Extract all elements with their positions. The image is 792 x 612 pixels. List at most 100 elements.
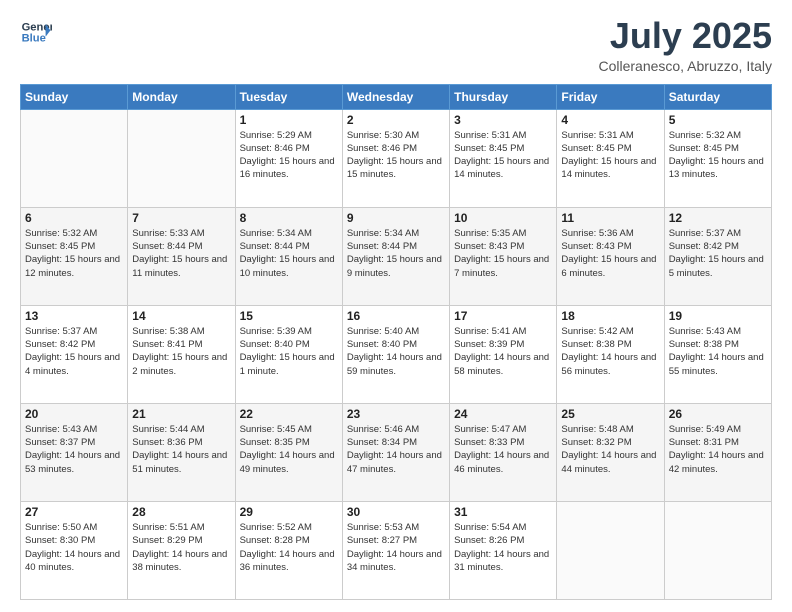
calendar-cell: 14Sunrise: 5:38 AMSunset: 8:41 PMDayligh…	[128, 305, 235, 403]
week-row-2: 6 Sunrise: 5:32 AMSunset: 8:45 PMDaylight…	[21, 207, 772, 305]
day-info: Sunrise: 5:37 AMSunset: 8:42 PMDaylight:…	[669, 227, 767, 280]
calendar-cell: 18 Sunrise: 5:42 AMSunset: 8:38 PMDayligh…	[557, 305, 664, 403]
calendar-cell: 22 Sunrise: 5:45 AMSunset: 8:35 PMDayligh…	[235, 403, 342, 501]
day-info: Sunrise: 5:39 AMSunset: 8:40 PMDaylight:…	[240, 325, 338, 378]
calendar-cell: 30 Sunrise: 5:53 AMSunset: 8:27 PMDayligh…	[342, 501, 449, 599]
day-info: Sunrise: 5:49 AMSunset: 8:31 PMDaylight:…	[669, 423, 767, 476]
calendar-cell: 31 Sunrise: 5:54 AMSunset: 8:26 PMDayligh…	[450, 501, 557, 599]
title-block: July 2025 Colleranesco, Abruzzo, Italy	[598, 16, 772, 74]
header: General Blue July 2025 Colleranesco, Abr…	[20, 16, 772, 74]
day-info: Sunrise: 5:47 AMSunset: 8:33 PMDaylight:…	[454, 423, 552, 476]
weekday-saturday: Saturday	[664, 84, 771, 109]
calendar-cell	[128, 109, 235, 207]
day-number: 5	[669, 113, 767, 127]
day-info: Sunrise: 5:29 AMSunset: 8:46 PMDaylight:…	[240, 129, 338, 182]
day-info: Sunrise: 5:31 AMSunset: 8:45 PMDaylight:…	[561, 129, 659, 182]
day-info: Sunrise: 5:34 AMSunset: 8:44 PMDaylight:…	[347, 227, 445, 280]
day-number: 25	[561, 407, 659, 421]
day-number: 3	[454, 113, 552, 127]
weekday-sunday: Sunday	[21, 84, 128, 109]
month-year: July 2025	[598, 16, 772, 56]
calendar-cell: 25 Sunrise: 5:48 AMSunset: 8:32 PMDayligh…	[557, 403, 664, 501]
day-info: Sunrise: 5:46 AMSunset: 8:34 PMDaylight:…	[347, 423, 445, 476]
day-number: 20	[25, 407, 123, 421]
day-info: Sunrise: 5:32 AMSunset: 8:45 PMDaylight:…	[25, 227, 123, 280]
day-number: 23	[347, 407, 445, 421]
week-row-4: 20 Sunrise: 5:43 AMSunset: 8:37 PMDayligh…	[21, 403, 772, 501]
day-info: Sunrise: 5:33 AMSunset: 8:44 PMDaylight:…	[132, 227, 230, 280]
day-info: Sunrise: 5:54 AMSunset: 8:26 PMDaylight:…	[454, 521, 552, 574]
day-info: Sunrise: 5:53 AMSunset: 8:27 PMDaylight:…	[347, 521, 445, 574]
day-info: Sunrise: 5:34 AMSunset: 8:44 PMDaylight:…	[240, 227, 338, 280]
calendar-cell: 29Sunrise: 5:52 AMSunset: 8:28 PMDayligh…	[235, 501, 342, 599]
day-number: 29	[240, 505, 338, 519]
weekday-monday: Monday	[128, 84, 235, 109]
day-info: Sunrise: 5:40 AMSunset: 8:40 PMDaylight:…	[347, 325, 445, 378]
week-row-5: 27Sunrise: 5:50 AMSunset: 8:30 PMDayligh…	[21, 501, 772, 599]
calendar-cell: 23 Sunrise: 5:46 AMSunset: 8:34 PMDayligh…	[342, 403, 449, 501]
calendar-cell: 9Sunrise: 5:34 AMSunset: 8:44 PMDaylight…	[342, 207, 449, 305]
calendar-cell: 6 Sunrise: 5:32 AMSunset: 8:45 PMDaylight…	[21, 207, 128, 305]
day-number: 11	[561, 211, 659, 225]
calendar-cell: 13Sunrise: 5:37 AMSunset: 8:42 PMDayligh…	[21, 305, 128, 403]
day-number: 8	[240, 211, 338, 225]
day-number: 18	[561, 309, 659, 323]
weekday-header-row: SundayMondayTuesdayWednesdayThursdayFrid…	[21, 84, 772, 109]
day-number: 1	[240, 113, 338, 127]
logo: General Blue	[20, 16, 52, 48]
day-info: Sunrise: 5:48 AMSunset: 8:32 PMDaylight:…	[561, 423, 659, 476]
calendar-cell	[21, 109, 128, 207]
day-number: 31	[454, 505, 552, 519]
day-number: 4	[561, 113, 659, 127]
calendar-cell: 19Sunrise: 5:43 AMSunset: 8:38 PMDayligh…	[664, 305, 771, 403]
day-info: Sunrise: 5:44 AMSunset: 8:36 PMDaylight:…	[132, 423, 230, 476]
calendar-cell: 12Sunrise: 5:37 AMSunset: 8:42 PMDayligh…	[664, 207, 771, 305]
calendar-cell: 21 Sunrise: 5:44 AMSunset: 8:36 PMDayligh…	[128, 403, 235, 501]
day-number: 26	[669, 407, 767, 421]
day-info: Sunrise: 5:42 AMSunset: 8:38 PMDaylight:…	[561, 325, 659, 378]
weekday-tuesday: Tuesday	[235, 84, 342, 109]
day-number: 6	[25, 211, 123, 225]
day-number: 30	[347, 505, 445, 519]
weekday-wednesday: Wednesday	[342, 84, 449, 109]
svg-text:Blue: Blue	[22, 33, 46, 45]
calendar-cell: 20 Sunrise: 5:43 AMSunset: 8:37 PMDayligh…	[21, 403, 128, 501]
day-info: Sunrise: 5:43 AMSunset: 8:37 PMDaylight:…	[25, 423, 123, 476]
calendar-cell: 2 Sunrise: 5:30 AMSunset: 8:46 PMDaylight…	[342, 109, 449, 207]
day-info: Sunrise: 5:30 AMSunset: 8:46 PMDaylight:…	[347, 129, 445, 182]
calendar-table: SundayMondayTuesdayWednesdayThursdayFrid…	[20, 84, 772, 600]
calendar-cell: 26 Sunrise: 5:49 AMSunset: 8:31 PMDayligh…	[664, 403, 771, 501]
day-info: Sunrise: 5:41 AMSunset: 8:39 PMDaylight:…	[454, 325, 552, 378]
day-info: Sunrise: 5:51 AMSunset: 8:29 PMDaylight:…	[132, 521, 230, 574]
day-info: Sunrise: 5:45 AMSunset: 8:35 PMDaylight:…	[240, 423, 338, 476]
calendar-cell: 16 Sunrise: 5:40 AMSunset: 8:40 PMDayligh…	[342, 305, 449, 403]
day-number: 17	[454, 309, 552, 323]
day-info: Sunrise: 5:31 AMSunset: 8:45 PMDaylight:…	[454, 129, 552, 182]
day-info: Sunrise: 5:43 AMSunset: 8:38 PMDaylight:…	[669, 325, 767, 378]
day-number: 16	[347, 309, 445, 323]
calendar-cell: 28 Sunrise: 5:51 AMSunset: 8:29 PMDayligh…	[128, 501, 235, 599]
calendar-cell: 7Sunrise: 5:33 AMSunset: 8:44 PMDaylight…	[128, 207, 235, 305]
week-row-1: 1 Sunrise: 5:29 AMSunset: 8:46 PMDaylight…	[21, 109, 772, 207]
day-number: 22	[240, 407, 338, 421]
calendar-cell: 10Sunrise: 5:35 AMSunset: 8:43 PMDayligh…	[450, 207, 557, 305]
day-number: 2	[347, 113, 445, 127]
day-info: Sunrise: 5:50 AMSunset: 8:30 PMDaylight:…	[25, 521, 123, 574]
day-info: Sunrise: 5:32 AMSunset: 8:45 PMDaylight:…	[669, 129, 767, 182]
calendar-cell: 27Sunrise: 5:50 AMSunset: 8:30 PMDayligh…	[21, 501, 128, 599]
calendar-cell: 1 Sunrise: 5:29 AMSunset: 8:46 PMDaylight…	[235, 109, 342, 207]
calendar-cell: 17 Sunrise: 5:41 AMSunset: 8:39 PMDayligh…	[450, 305, 557, 403]
day-number: 28	[132, 505, 230, 519]
day-number: 13	[25, 309, 123, 323]
calendar-page: General Blue July 2025 Colleranesco, Abr…	[0, 0, 792, 612]
day-number: 21	[132, 407, 230, 421]
calendar-cell: 15Sunrise: 5:39 AMSunset: 8:40 PMDayligh…	[235, 305, 342, 403]
calendar-cell: 11 Sunrise: 5:36 AMSunset: 8:43 PMDayligh…	[557, 207, 664, 305]
calendar-cell	[557, 501, 664, 599]
day-number: 14	[132, 309, 230, 323]
calendar-cell: 3 Sunrise: 5:31 AMSunset: 8:45 PMDaylight…	[450, 109, 557, 207]
day-info: Sunrise: 5:35 AMSunset: 8:43 PMDaylight:…	[454, 227, 552, 280]
calendar-body: 1 Sunrise: 5:29 AMSunset: 8:46 PMDaylight…	[21, 109, 772, 599]
week-row-3: 13Sunrise: 5:37 AMSunset: 8:42 PMDayligh…	[21, 305, 772, 403]
day-info: Sunrise: 5:36 AMSunset: 8:43 PMDaylight:…	[561, 227, 659, 280]
